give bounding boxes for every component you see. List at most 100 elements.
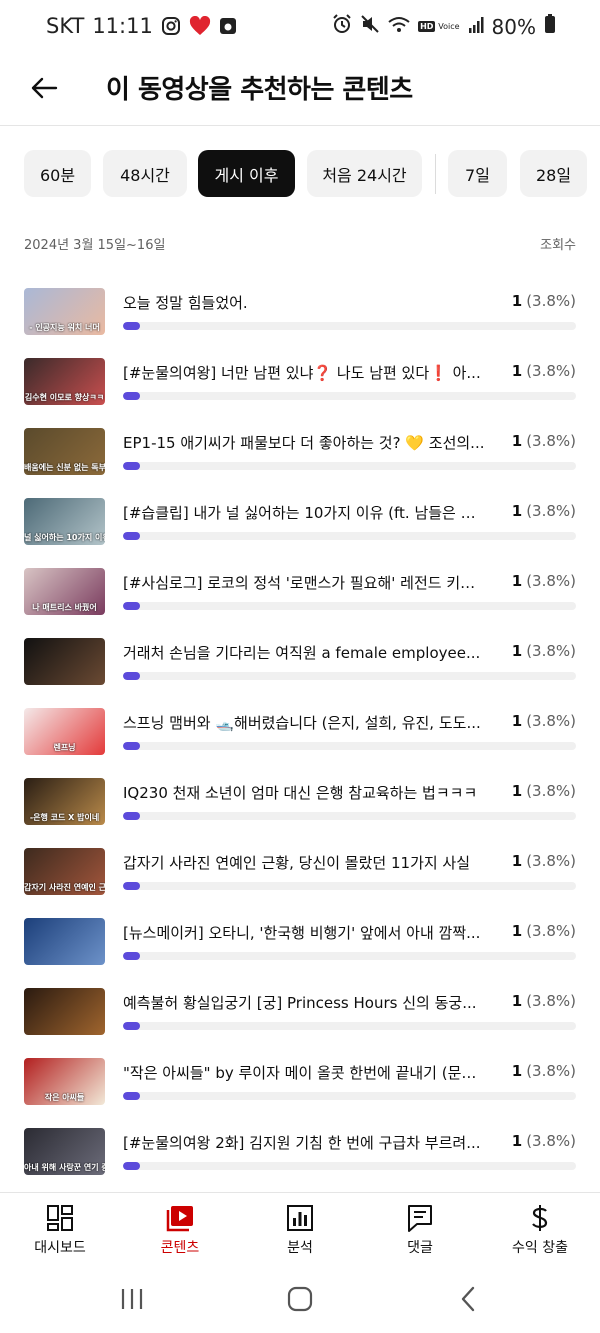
share-bar-track [123, 322, 576, 330]
chip-first-24h[interactable]: 처음 24시간 [307, 150, 422, 197]
nav-monetization[interactable]: 수익 창출 [480, 1201, 600, 1261]
app-header: 이 동영상을 추천하는 콘텐츠 [0, 56, 600, 126]
share-bar-track [123, 1022, 576, 1030]
video-title: 예측불허 황실입궁기 [궁] Princess Hours 신의 동궁... [123, 994, 477, 1012]
nav-label: 대시보드 [34, 1240, 86, 1256]
content-row[interactable]: [뉴스메이커] 오타니, '한국행 비행기' 앞에서 아내 깜짝... 1 (3.8… [0, 918, 600, 988]
share-bar-track [123, 812, 576, 820]
bottom-nav: 대시보드 콘텐츠 분석 댓글 수익 창출 [0, 1192, 600, 1264]
view-count-number: 1 [511, 922, 523, 940]
chip-label: 게시 이후 [214, 165, 279, 185]
comments-icon [408, 1205, 432, 1232]
content-row[interactable]: 아내 위해 사랑꾼 연기 중 키스까지 해버린다 [#눈물의여왕 2화] 김지원 … [0, 1128, 600, 1198]
status-left: SKT 11:11 [46, 14, 237, 38]
chip-divider [435, 154, 436, 194]
view-count: 1 (3.8%) [512, 992, 576, 1010]
nav-dashboard[interactable]: 대시보드 [0, 1201, 120, 1261]
share-bar-fill [123, 1162, 141, 1170]
thumbnail-caption: 나 매트리스 바꿨어 [32, 603, 97, 612]
thumbnail-caption: 김수현 이모로 향상ㅋㅋ [24, 393, 105, 402]
nav-content[interactable]: 콘텐츠 [120, 1201, 240, 1261]
video-thumbnail: 널 싫어하는 10가지 이유 [24, 498, 105, 545]
content-row[interactable]: 거래처 손님을 기다리는 여직원 a female employee... 1 (3… [0, 638, 600, 708]
video-title: 오늘 정말 힘들었어. [123, 294, 248, 312]
app-square-icon [219, 17, 237, 35]
share-bar-fill [123, 1022, 141, 1030]
content-row[interactable]: 렌프닝 스프닝 맴버와 🛥️해버렸습니다 (은지, 설희, 유진, 도도... 1(… [0, 708, 600, 778]
chip-48h[interactable]: 48시간 [103, 150, 187, 197]
video-thumbnail [24, 988, 105, 1035]
view-percent: (3.8%) [526, 502, 576, 520]
content-row[interactable]: 예측불허 황실입궁기 [궁] Princess Hours 신의 동궁... 1(… [0, 988, 600, 1058]
chip-60min[interactable]: 60분 [24, 150, 91, 197]
content-row[interactable]: 작은 아씨들 "작은 아씨들" by 루이자 메이 올콧 한번에 끝내기 (문학.… [0, 1058, 600, 1128]
page-title: 이 동영상을 추천하는 콘텐츠 [106, 75, 413, 105]
content-row[interactable]: 널 싫어하는 10가지 이유 [#습클립] 내가 널 싫어하는 10가지 이유 (… [0, 498, 600, 568]
battery-icon [544, 14, 556, 39]
nav-analytics[interactable]: 분석 [240, 1201, 360, 1261]
chip-7d[interactable]: 7일 [448, 150, 507, 197]
share-bar-fill [123, 322, 141, 330]
video-thumbnail: - 인공지능 워치 너머 [24, 288, 105, 335]
content-row[interactable]: - 인공지능 워치 너머 오늘 정말 힘들었어. 1 (3.8%) [0, 288, 600, 358]
voice-label: Voice [438, 21, 460, 31]
content-row[interactable]: -은행 코드 X 밥이네 IQ230 천재 소년이 엄마 대신 은행 참교육하는 … [0, 778, 600, 848]
hd-voice-badge: HD Voice [418, 20, 460, 32]
nav-label: 수익 창출 [512, 1240, 568, 1256]
nav-comments[interactable]: 댓글 [360, 1201, 480, 1261]
share-bar-track [123, 392, 576, 400]
back-button[interactable] [24, 68, 64, 108]
chip-28d[interactable]: 28일 [520, 150, 587, 197]
system-nav [0, 1264, 600, 1333]
video-title: [#습클립] 내가 널 싫어하는 10가지 이유 (ft. 남들은 모... [123, 504, 485, 522]
thumbnail-caption: 아내 위해 사랑꾼 연기 중 키스까지 해버린다 [24, 1163, 105, 1172]
nav-label: 분석 [287, 1240, 313, 1256]
thumbnail-caption: 렌프닝 [53, 743, 76, 752]
dollar-icon [532, 1205, 548, 1231]
video-thumbnail: 갑자기 사라진 연예인 근황 [24, 848, 105, 895]
video-title: IQ230 천재 소년이 엄마 대신 은행 참교육하는 법ㅋㅋㅋ [123, 784, 478, 802]
share-bar-fill [123, 602, 141, 610]
content-row[interactable]: 김수현 이모로 향상ㅋㅋ [#눈물의여왕] 너만 남편 있냐❓ 나도 남편 있다❗… [0, 358, 600, 428]
carrier: SKT [46, 14, 85, 38]
view-count-number: 1 [511, 1132, 523, 1150]
back-arrow-icon [31, 77, 58, 99]
hd-label: HD [418, 20, 436, 32]
chip-label: 28일 [535, 165, 572, 185]
content-row[interactable]: 갑자기 사라진 연예인 근황 갑자기 사라진 연예인 근황, 당신이 몰랐던 11… [0, 848, 600, 918]
recent-apps-button[interactable] [112, 1284, 152, 1314]
view-count-number: 1 [511, 432, 523, 450]
recent-apps-icon [121, 1289, 143, 1309]
view-percent: (3.8%) [526, 712, 576, 730]
home-button[interactable] [280, 1284, 320, 1314]
video-title: 거래처 손님을 기다리는 여직원 a female employee... [123, 644, 481, 662]
view-count-number: 1 [511, 852, 523, 870]
video-thumbnail: 아내 위해 사랑꾼 연기 중 키스까지 해버린다 [24, 1128, 105, 1175]
video-title: EP1-15 애기씨가 패물보다 더 좋아하는 것? 💛 조선의... [123, 434, 485, 452]
chip-label: 60분 [39, 165, 76, 185]
status-right: HD Voice 80% [332, 14, 556, 39]
share-bar-fill [123, 812, 141, 820]
system-back-button[interactable] [448, 1284, 488, 1314]
thumbnail-caption: 널 싫어하는 10가지 이유 [24, 533, 105, 542]
content-row[interactable]: 나 매트리스 바꿨어 [#사심로그] 로코의 정석 '로맨스가 필요해' 레전드 … [0, 568, 600, 638]
share-bar-fill [123, 532, 141, 540]
view-percent: (3.8%) [526, 432, 576, 450]
metric-label: 조회수 [540, 238, 576, 253]
view-count-number: 1 [511, 642, 523, 660]
heart-icon [189, 16, 211, 36]
chip-since-published[interactable]: 게시 이후 [198, 150, 295, 197]
share-bar-track [123, 672, 576, 680]
video-thumbnail [24, 918, 105, 965]
time-range-chips: 60분 48시간 게시 이후 처음 24시간 7일 28일 [0, 150, 600, 198]
chip-label: 7일 [465, 165, 490, 185]
content-row[interactable]: 배움에는 신분 없는 독부 미지는 법 EP1-15 애기씨가 패물보다 더 좋아… [0, 428, 600, 498]
share-bar-fill [123, 672, 141, 680]
view-count: 1 (3.8%) [512, 642, 576, 660]
wifi-icon [388, 15, 410, 39]
view-count-number: 1 [511, 1062, 523, 1080]
view-count: 1 (3.8%) [512, 922, 576, 940]
thumbnail-caption: - 인공지능 워치 너머 [29, 323, 100, 332]
share-bar-track [123, 462, 576, 470]
clock: 11:11 [92, 14, 153, 38]
